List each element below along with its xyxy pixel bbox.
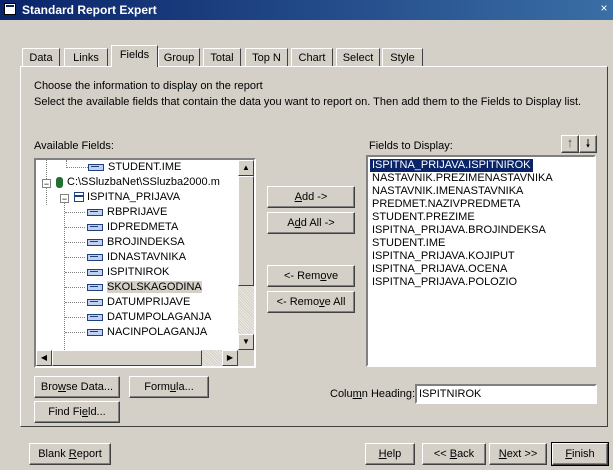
formula-button[interactable]: Formula...: [129, 376, 209, 398]
tree-item-label: IDNASTAVNIKA: [107, 251, 187, 263]
tab-select[interactable]: Select: [336, 48, 380, 66]
collapse-icon[interactable]: −: [60, 194, 69, 204]
tab-data[interactable]: Data: [22, 48, 60, 66]
tab-label: Top N: [252, 52, 281, 64]
finish-button[interactable]: Finish: [551, 442, 609, 466]
column-heading-input[interactable]: [415, 384, 597, 404]
display-list-item[interactable]: NASTAVNIK.IMENASTAVNIKA: [370, 185, 525, 198]
display-list-item[interactable]: ISPITNA_PRIJAVA.POLOZIO: [370, 276, 519, 289]
instruction-line-2: Select the available fields that contain…: [34, 96, 582, 108]
tree-item-database[interactable]: C:\SSluzbaNet\SSluzba2000.m: [56, 175, 220, 190]
tree-item-label: ISPITNIROK: [107, 266, 170, 278]
tree-item-field[interactable]: IDPREDMETA: [65, 220, 178, 235]
tree-item-label: BROJINDEKSA: [107, 236, 185, 248]
fields-to-display-label: Fields to Display:: [369, 140, 453, 152]
horizontal-scroll-thumb[interactable]: [52, 350, 202, 366]
find-field-button[interactable]: Find Field...: [34, 401, 120, 423]
tree-item-label: NACINPOLAGANJA: [107, 326, 208, 338]
scroll-down-icon[interactable]: ▼: [238, 334, 254, 350]
tab-label: Data: [29, 52, 53, 64]
tab-label: Fields: [119, 49, 150, 61]
tab-group[interactable]: Group: [158, 48, 200, 66]
add-all-button[interactable]: Add All ->: [267, 212, 355, 234]
back-button[interactable]: << Back: [422, 443, 486, 465]
tree-item-label: DATUMPOLAGANJA: [107, 311, 212, 323]
tree-item-label: C:\SSluzbaNet\SSluzba2000.m: [67, 176, 220, 188]
available-fields-label: Available Fields:: [34, 140, 114, 152]
display-list-item[interactable]: PREDMET.NAZIVPREDMETA: [370, 198, 522, 211]
tree-item-label: DATUMPRIJAVE: [107, 296, 191, 308]
tree-item-table[interactable]: ISPITNA_PRIJAVA: [74, 190, 180, 205]
move-down-icon[interactable]: 🠗: [579, 135, 597, 153]
tab-style[interactable]: Style: [382, 48, 423, 66]
tree-item-field[interactable]: BROJINDEKSA: [65, 235, 185, 250]
table-icon: [74, 192, 84, 203]
tree-item-field[interactable]: NACINPOLAGANJA: [65, 325, 207, 340]
display-list-item[interactable]: NASTAVNIK.PREZIMENASTAVNIKA: [370, 172, 555, 185]
blank-report-button[interactable]: Blank Report: [29, 443, 111, 465]
help-button[interactable]: Help: [365, 443, 415, 465]
display-list-item[interactable]: ISPITNA_PRIJAVA.ISPITNIROK: [370, 159, 533, 172]
tree-item-field[interactable]: SKOLSKAGODINA: [65, 280, 202, 295]
tab-label: Total: [210, 52, 234, 64]
browse-data-button[interactable]: Browse Data...: [34, 376, 120, 398]
tab-label: Select: [342, 52, 374, 64]
collapse-icon[interactable]: −: [42, 179, 51, 189]
tab-links[interactable]: Links: [64, 48, 108, 66]
field-icon: [87, 328, 103, 336]
tab-label: Style: [390, 52, 415, 64]
database-icon: [56, 176, 63, 188]
fields-to-display-list[interactable]: ISPITNA_PRIJAVA.ISPITNIROK NASTAVNIK.PRE…: [366, 155, 596, 367]
field-icon: [87, 268, 103, 276]
tree-item-label: ISPITNA_PRIJAVA: [87, 191, 181, 203]
tree-item-field[interactable]: DATUMPRIJAVE: [65, 295, 190, 310]
field-icon: [88, 163, 104, 171]
tree-item-field[interactable]: STUDENT.IME: [66, 160, 181, 175]
tab-label: Chart: [298, 52, 326, 64]
field-icon: [87, 223, 103, 231]
vertical-scroll-thumb[interactable]: [238, 176, 254, 286]
tree-item-label: IDPREDMETA: [107, 221, 179, 233]
remove-button[interactable]: <- Remove: [267, 265, 355, 287]
tab-total[interactable]: Total: [203, 48, 241, 66]
tree-item-field[interactable]: IDNASTAVNIKA: [65, 250, 186, 265]
tree-item-label: SKOLSKAGODINA: [107, 281, 202, 293]
tree-item-field[interactable]: ISPITNIROK: [65, 265, 169, 280]
add-button[interactable]: Add ->: [267, 186, 355, 208]
tab-fields[interactable]: Fields: [111, 45, 158, 67]
field-icon: [87, 313, 103, 321]
display-list-item[interactable]: STUDENT.PREZIME: [370, 211, 477, 224]
move-up-icon[interactable]: 🠕: [561, 135, 579, 153]
report-expert-icon: [4, 3, 16, 15]
field-icon: [87, 298, 103, 306]
field-icon: [87, 208, 103, 216]
tree-item-label: STUDENT.IME: [108, 161, 182, 173]
field-icon: [87, 253, 103, 261]
title-bar[interactable]: Standard Report Expert ×: [0, 0, 613, 20]
tab-chart[interactable]: Chart: [291, 48, 333, 66]
instruction-line-1: Choose the information to display on the…: [34, 80, 263, 92]
close-icon[interactable]: ×: [597, 2, 611, 16]
display-list-item[interactable]: ISPITNA_PRIJAVA.KOJIPUT: [370, 250, 517, 263]
tree-item-label: RBPRIJAVE: [107, 206, 168, 218]
window-title: Standard Report Expert: [22, 3, 157, 17]
available-fields-tree[interactable]: STUDENT.IME − C:\SSluzbaNet\SSluzba2000.…: [34, 158, 256, 368]
scroll-left-icon[interactable]: ◀: [36, 350, 52, 366]
column-heading-label: Column Heading:: [330, 388, 416, 400]
scrollbar-corner: [238, 350, 254, 366]
field-icon: [87, 283, 103, 291]
remove-all-button[interactable]: <- Remove All: [267, 291, 355, 313]
field-icon: [87, 238, 103, 246]
display-list-item[interactable]: ISPITNA_PRIJAVA.OCENA: [370, 263, 509, 276]
tab-label: Group: [163, 52, 195, 64]
tab-label: Links: [73, 52, 99, 64]
display-list-item[interactable]: ISPITNA_PRIJAVA.BROJINDEKSA: [370, 224, 548, 237]
tree-item-field[interactable]: RBPRIJAVE: [65, 205, 167, 220]
display-list-item[interactable]: STUDENT.IME: [370, 237, 447, 250]
tab-top-n[interactable]: Top N: [245, 48, 288, 66]
scroll-right-icon[interactable]: ▶: [222, 350, 238, 366]
next-button[interactable]: Next >>: [489, 443, 547, 465]
scroll-up-icon[interactable]: ▲: [238, 160, 254, 176]
tree-item-field[interactable]: DATUMPOLAGANJA: [65, 310, 211, 325]
